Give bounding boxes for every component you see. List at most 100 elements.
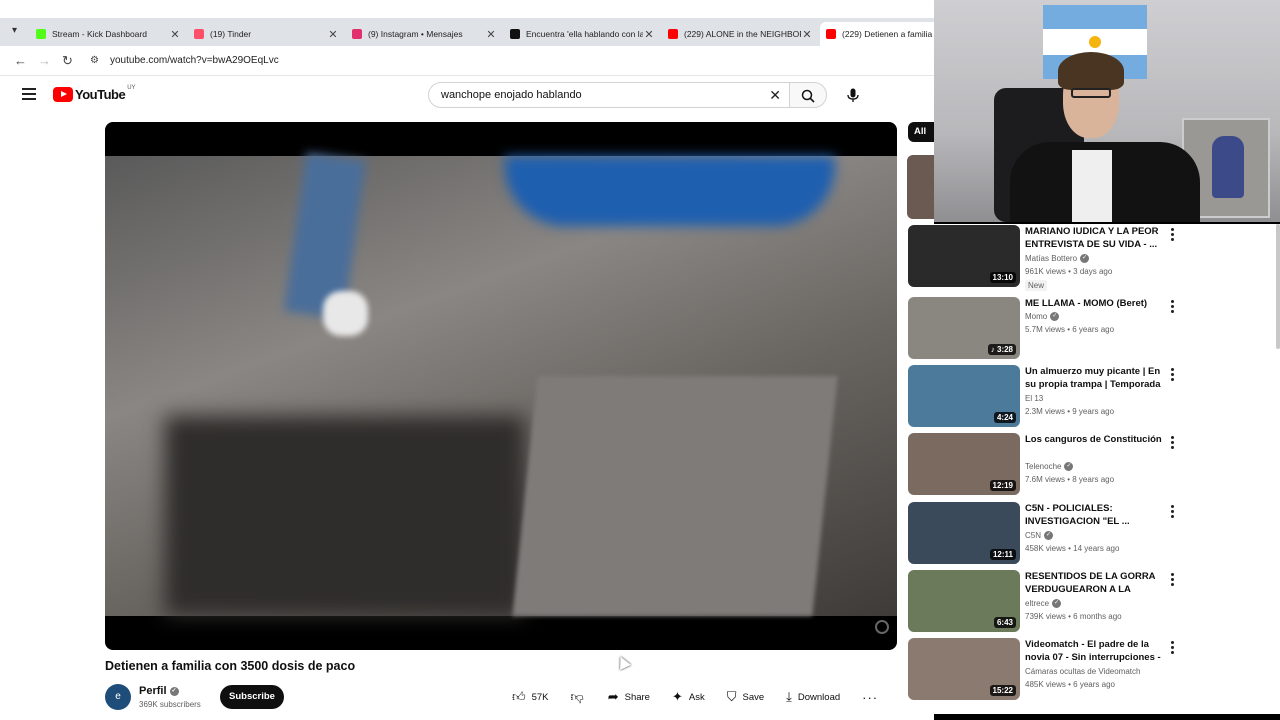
tab-title: (229) ALONE in the NEIGHBOR xyxy=(684,29,801,39)
save-button[interactable]: ⛉ Save xyxy=(727,689,764,705)
like-button[interactable]: 👍︎ 57K xyxy=(512,689,549,705)
browser-window: ▾ Stream - Kick Dashboard ✕ (19) Tinder ✕ (9… xyxy=(0,0,977,720)
tab-search-chevron-icon[interactable]: ▾ xyxy=(12,25,26,39)
more-options-icon[interactable] xyxy=(1167,228,1177,243)
more-options-icon[interactable] xyxy=(1167,300,1177,315)
subscribe-button[interactable]: Subscribe xyxy=(220,685,284,709)
thumbs-down-icon: 👎︎ xyxy=(570,689,584,704)
recommended-channel[interactable]: Cámaras ocultas de Videomatch xyxy=(1025,667,1140,676)
share-button[interactable]: ➦ Share xyxy=(608,689,650,705)
address-bar[interactable]: youtube.com/watch?v=bwA29OEqLvc xyxy=(110,55,279,66)
partial-thumbnail[interactable] xyxy=(907,155,934,219)
recommended-video[interactable]: 4:24 Un almuerzo muy picante | En su prop… xyxy=(907,364,1280,432)
video-thumbnail[interactable]: 12:19 xyxy=(908,433,1020,495)
recommended-video-title[interactable]: RESENTIDOS DE LA GORRA VERDUGUEARON A LA… xyxy=(1025,570,1165,597)
more-actions-icon[interactable]: ··· xyxy=(862,690,878,705)
tab-close-icon[interactable]: ✕ xyxy=(327,28,339,41)
more-options-icon[interactable] xyxy=(1167,505,1177,520)
video-thumbnail[interactable]: 12:11 xyxy=(908,502,1020,564)
recommended-video-meta: 5.7M views • 6 years ago xyxy=(1025,325,1115,334)
recommended-channel-name: C5N xyxy=(1025,531,1042,540)
recommended-video[interactable]: 13:10 MARIANO IUDICA Y LA PEOR ENTREVISTA… xyxy=(907,224,1280,292)
recommended-video-title[interactable]: Videomatch - El padre de la novia 07 - S… xyxy=(1025,638,1165,665)
menu-icon[interactable] xyxy=(22,88,36,103)
recommended-video[interactable]: 6:43 RESENTIDOS DE LA GORRA VERDUGUEARON … xyxy=(907,569,1280,637)
verified-icon: ✓ xyxy=(1064,462,1074,472)
share-icon: ➦ xyxy=(607,689,619,704)
recommended-video[interactable]: 12:11 C5N - POLICIALES: INVESTIGACION "EL… xyxy=(907,501,1280,569)
new-badge: New xyxy=(1025,280,1048,291)
recommended-channel[interactable]: Matías Bottero ✓ xyxy=(1025,254,1090,264)
search-input[interactable]: wanchope enojado hablando ✕ xyxy=(428,82,790,108)
recommended-video-meta: 2.3M views • 9 years ago xyxy=(1025,407,1115,416)
site-info-icon[interactable]: ⚙ xyxy=(90,55,99,66)
youtube-logo[interactable]: YouTube UY xyxy=(53,85,136,102)
forward-icon[interactable]: → xyxy=(38,53,51,68)
recommended-channel-name: Matías Bottero xyxy=(1025,254,1078,263)
browser-tab[interactable]: (229) ALONE in the NEIGHBOR ✕ xyxy=(662,22,819,46)
recommended-video[interactable]: 12:19 Los canguros de Constitución Telenoc… xyxy=(907,432,1280,500)
recommended-channel-name: Momo xyxy=(1025,312,1048,321)
tab-close-icon[interactable]: ✕ xyxy=(801,28,813,41)
recommended-channel[interactable]: C5N ✓ xyxy=(1025,531,1054,541)
browser-tab[interactable]: (19) Tinder ✕ xyxy=(188,22,345,46)
chip-all[interactable]: All xyxy=(908,122,934,142)
subscriber-count: 369K subscribers xyxy=(139,700,201,709)
video-thumbnail[interactable]: 6:43 xyxy=(908,570,1020,632)
recommended-channel-name: eltrece xyxy=(1025,599,1050,608)
video-player[interactable] xyxy=(105,122,897,650)
video-thumbnail[interactable]: 4:24 xyxy=(908,365,1020,427)
recommended-video[interactable]: ♪ 3:28 ME LLAMA - MOMO (Beret) Momo ✓ 5.7M v… xyxy=(907,296,1280,364)
recommended-channel[interactable]: El 13 xyxy=(1025,394,1043,403)
channel-name[interactable]: Perfil ✓ xyxy=(139,685,179,697)
search-query: wanchope enojado hablando xyxy=(441,89,582,101)
browser-tab[interactable]: (9) Instagram • Mensajes ✕ xyxy=(346,22,503,46)
recommended-video-meta: 485K views • 6 years ago xyxy=(1025,680,1115,689)
recommended-channel[interactable]: Telenoche ✓ xyxy=(1025,462,1074,472)
dislike-button[interactable]: 👎︎ xyxy=(571,689,590,705)
back-icon[interactable]: ← xyxy=(14,53,27,68)
search-icon xyxy=(801,89,815,103)
recommended-video-title[interactable]: ME LLAMA - MOMO (Beret) xyxy=(1025,297,1165,310)
tab-close-icon[interactable]: ✕ xyxy=(485,28,497,41)
recommended-video-title[interactable]: Los canguros de Constitución xyxy=(1025,433,1165,446)
tab-close-icon[interactable]: ✕ xyxy=(169,28,181,41)
sparkle-icon: ✦ xyxy=(671,689,683,704)
recommended-video[interactable]: 15:22 Videomatch - El padre de la novia 0… xyxy=(907,637,1280,705)
more-options-icon[interactable] xyxy=(1167,641,1177,656)
recommended-channel[interactable]: eltrece ✓ xyxy=(1025,599,1062,609)
save-label: Save xyxy=(742,691,765,703)
ask-button[interactable]: ✦ Ask xyxy=(672,689,705,705)
video-thumbnail[interactable]: ♪ 3:28 xyxy=(908,297,1020,359)
recommended-video-title[interactable]: C5N - POLICIALES: INVESTIGACION "EL ... xyxy=(1025,502,1165,528)
voice-search-button[interactable] xyxy=(840,82,866,108)
clear-search-icon[interactable]: ✕ xyxy=(769,87,781,104)
tab-favicon-icon xyxy=(194,29,204,39)
channel-avatar[interactable]: e xyxy=(105,684,131,710)
thumbs-up-icon: 👍︎ xyxy=(512,689,526,704)
tab-title: (19) Tinder xyxy=(210,29,252,39)
recommended-video-title[interactable]: MARIANO IUDICA Y LA PEOR ENTREVISTA DE S… xyxy=(1025,225,1165,251)
tab-close-icon[interactable]: ✕ xyxy=(643,28,655,41)
browser-tab[interactable]: Stream - Kick Dashboard ✕ xyxy=(30,22,187,46)
video-thumbnail[interactable]: 15:22 xyxy=(908,638,1020,700)
search-button[interactable] xyxy=(789,82,827,108)
download-icon: ⤓ xyxy=(786,689,792,704)
tab-strip: ▾ Stream - Kick Dashboard ✕ (19) Tinder ✕ (9… xyxy=(0,18,977,46)
video-thumbnail[interactable]: 13:10 xyxy=(908,225,1020,287)
scrollbar[interactable] xyxy=(1276,224,1280,349)
more-options-icon[interactable] xyxy=(1167,368,1177,383)
download-button[interactable]: ⤓ Download xyxy=(786,689,840,705)
more-options-icon[interactable] xyxy=(1167,436,1177,451)
tab-favicon-icon xyxy=(352,29,362,39)
recommended-channel[interactable]: Momo ✓ xyxy=(1025,312,1060,322)
browser-toolbar: ← → ↻ ⚙ youtube.com/watch?v=bwA29OEqLvc xyxy=(0,46,934,76)
youtube-play-icon xyxy=(53,87,73,102)
browser-tab[interactable]: Encuentra 'ella hablando con la ✕ xyxy=(504,22,661,46)
more-options-icon[interactable] xyxy=(1167,573,1177,588)
download-label: Download xyxy=(797,691,841,703)
channel-watermark-icon[interactable] xyxy=(875,620,889,634)
recommended-video-title[interactable]: Un almuerzo muy picante | En su propia t… xyxy=(1025,365,1165,392)
reload-icon[interactable]: ↻ xyxy=(62,53,73,69)
recommended-channel-name: El 13 xyxy=(1025,394,1044,403)
